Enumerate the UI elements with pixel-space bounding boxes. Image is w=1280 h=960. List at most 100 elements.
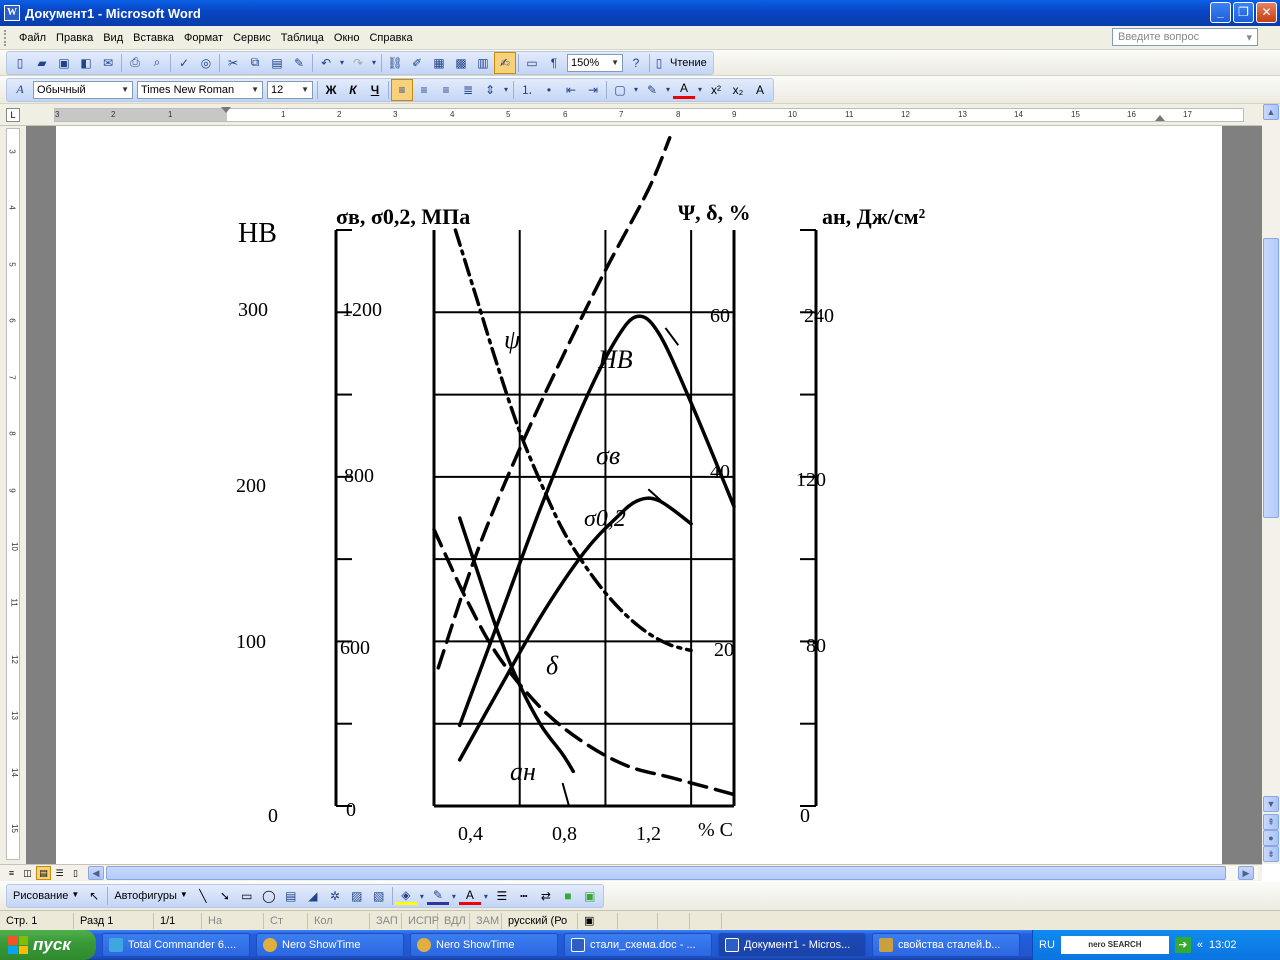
next-page-icon[interactable]: ⇟ <box>1263 846 1279 862</box>
tab-selector-icon[interactable]: L <box>6 108 20 122</box>
columns-icon[interactable]: ▥ <box>472 52 494 74</box>
right-indent-marker[interactable] <box>1155 115 1165 121</box>
align-center-icon[interactable]: ≡ <box>413 79 435 101</box>
redo-icon[interactable]: ↷ <box>347 52 369 74</box>
ruler-track[interactable]: 3 2 1 1 2 3 4 5 6 7 8 9 10 11 12 13 14 1… <box>54 107 1244 122</box>
vertical-ruler-track[interactable]: 3 4 5 6 7 8 9 10 11 12 13 14 15 <box>6 128 20 860</box>
highlight-icon[interactable]: ✎ <box>641 79 663 101</box>
language-indicator[interactable]: RU <box>1039 939 1055 951</box>
outline-view-icon[interactable]: ☰ <box>52 866 67 880</box>
line-style-icon[interactable]: ☰ <box>491 885 513 907</box>
print-icon[interactable]: ⎙ <box>124 52 146 74</box>
document-page[interactable]: HB σв, σ0,2, МПа Ψ, δ, % aн, Дж/см² 300 … <box>56 126 1222 864</box>
chevron-down-icon[interactable]: ▾ <box>449 885 459 907</box>
bullets-icon[interactable]: • <box>538 79 560 101</box>
research-icon[interactable]: ◎ <box>195 52 217 74</box>
line-color-icon[interactable]: ✎ <box>426 887 449 905</box>
justify-icon[interactable]: ≣ <box>457 79 479 101</box>
underline-icon[interactable]: Ч <box>364 79 386 101</box>
horizontal-scroll-track[interactable]: ◀ ▶ <box>88 866 1258 880</box>
vertical-scroll-thumb[interactable] <box>1263 238 1279 518</box>
vertical-scrollbar[interactable]: ▲ ▼ ⇞ ● ⇟ <box>1262 104 1280 864</box>
select-objects-icon[interactable]: ↖ <box>83 885 105 907</box>
chevron-down-icon[interactable]: ▾ <box>417 885 427 907</box>
normal-view-icon[interactable]: ≡ <box>4 866 19 880</box>
picture-icon[interactable]: ▧ <box>368 885 390 907</box>
menu-file[interactable]: Файл <box>14 30 51 46</box>
copy-icon[interactable]: ⧉ <box>244 52 266 74</box>
rectangle-tool-icon[interactable]: ▭ <box>236 885 258 907</box>
scroll-right-icon[interactable]: ▶ <box>1238 866 1254 880</box>
superscript-icon[interactable]: x² <box>705 79 727 101</box>
horizontal-scrollbar[interactable]: ≡ ◫ ▤ ☰ ▯ ◀ ▶ <box>0 864 1262 881</box>
scroll-up-icon[interactable]: ▲ <box>1263 104 1279 120</box>
oval-tool-icon[interactable]: ◯ <box>258 885 280 907</box>
new-document-icon[interactable]: ▯ <box>9 52 31 74</box>
taskbar-item-properties[interactable]: свойства сталей.b... <box>872 933 1020 957</box>
undo-icon[interactable]: ↶ <box>315 52 337 74</box>
taskbar-item-document1[interactable]: Документ1 - Micros... <box>718 933 866 957</box>
reading-button[interactable]: Чтение <box>666 57 711 69</box>
drawing-menu-button[interactable]: Рисование ▼ <box>9 890 83 902</box>
font-size-select[interactable]: 12 ▼ <box>267 80 313 99</box>
scroll-down-icon[interactable]: ▼ <box>1263 796 1279 812</box>
autoshapes-button[interactable]: Автофигуры ▼ <box>110 890 192 902</box>
menu-tools[interactable]: Сервис <box>228 30 276 46</box>
pilcrow-icon[interactable]: ¶ <box>543 52 565 74</box>
go-arrow-icon[interactable]: ➔ <box>1174 937 1191 953</box>
increase-indent-icon[interactable]: ⇥ <box>582 79 604 101</box>
cut-icon[interactable]: ✂ <box>222 52 244 74</box>
chevron-down-icon[interactable]: ▾ <box>337 52 347 74</box>
permission-icon[interactable]: ◧ <box>75 52 97 74</box>
document-map-icon[interactable]: ▭ <box>521 52 543 74</box>
taskbar-item-doc-stali[interactable]: стали_схема.doc - ... <box>564 933 712 957</box>
align-left-icon[interactable]: ≡ <box>391 78 413 101</box>
menu-table[interactable]: Таблица <box>276 30 329 46</box>
font-size-change-icon[interactable]: A <box>749 79 771 101</box>
left-indent-marker[interactable] <box>221 107 231 113</box>
help-icon[interactable]: ? <box>625 52 647 74</box>
subscript-icon[interactable]: x₂ <box>727 79 749 101</box>
paste-icon[interactable]: ▤ <box>266 52 288 74</box>
shadow-icon[interactable]: ■ <box>557 885 579 907</box>
align-right-icon[interactable]: ≡ <box>435 79 457 101</box>
browse-object-icon[interactable]: ● <box>1263 830 1279 846</box>
styles-pane-icon[interactable]: A <box>9 79 31 101</box>
arrow-tool-icon[interactable]: ➘ <box>214 885 236 907</box>
menu-window[interactable]: Окно <box>329 30 365 46</box>
reading-view-icon[interactable]: ▯ <box>68 866 83 880</box>
taskbar-item-nero-2[interactable]: Nero ShowTime <box>410 933 558 957</box>
dash-style-icon[interactable]: ┅ <box>513 885 535 907</box>
tables-borders-icon[interactable]: ✐ <box>406 52 428 74</box>
format-painter-icon[interactable]: ✎ <box>288 52 310 74</box>
arrow-style-icon[interactable]: ⇄ <box>535 885 557 907</box>
start-button[interactable]: пуск <box>0 930 96 960</box>
chevron-down-icon[interactable]: ▾ <box>501 79 511 101</box>
spelling-icon[interactable]: ✓ <box>173 52 195 74</box>
line-spacing-icon[interactable]: ⇕ <box>479 79 501 101</box>
taskbar-item-total-commander[interactable]: Total Commander 6.... <box>102 933 250 957</box>
ask-question-input[interactable]: Введите вопрос ▾ <box>1112 28 1258 46</box>
bold-icon[interactable]: Ж <box>320 79 342 101</box>
scroll-left-icon[interactable]: ◀ <box>88 866 104 880</box>
fill-color-icon[interactable]: ◈ <box>394 887 417 905</box>
menu-format[interactable]: Формат <box>179 30 228 46</box>
chevron-down-icon[interactable]: ▾ <box>663 79 673 101</box>
chevron-down-icon[interactable]: ▾ <box>1246 31 1252 44</box>
menu-grip[interactable] <box>4 29 8 46</box>
menu-insert[interactable]: Вставка <box>128 30 179 46</box>
borders-icon[interactable]: ▢ <box>609 79 631 101</box>
style-select[interactable]: Обычный ▼ <box>33 80 133 99</box>
drawing-icon[interactable]: ✍ <box>494 51 516 74</box>
menu-edit[interactable]: Правка <box>51 30 98 46</box>
maximize-button[interactable]: ❐ <box>1233 2 1254 23</box>
line-tool-icon[interactable]: ╲ <box>192 885 214 907</box>
decrease-indent-icon[interactable]: ⇤ <box>560 79 582 101</box>
hyperlink-icon[interactable]: ⛓ <box>384 52 406 74</box>
3d-icon[interactable]: ▣ <box>579 885 601 907</box>
menu-help[interactable]: Справка <box>364 30 417 46</box>
web-view-icon[interactable]: ◫ <box>20 866 35 880</box>
status-rec[interactable]: ЗАП <box>370 912 402 929</box>
nero-search-box[interactable]: nero SEARCH <box>1060 936 1169 954</box>
font-color-icon[interactable]: A <box>673 81 695 99</box>
